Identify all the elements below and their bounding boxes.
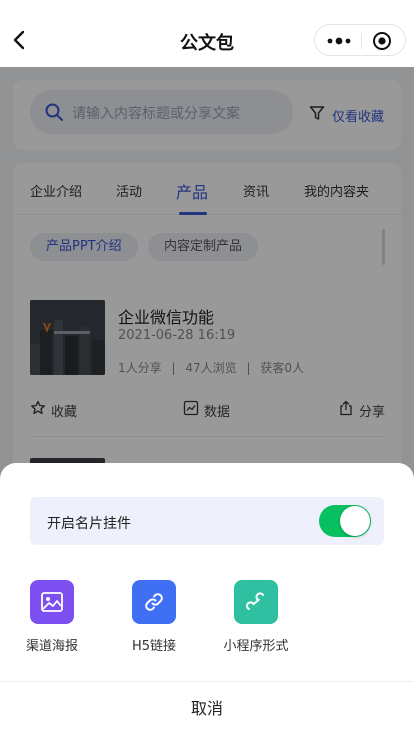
h5-link-option[interactable]: H5链接 (114, 580, 194, 660)
navigation-bar: 公文包 (0, 0, 414, 67)
channel-poster-tile (30, 580, 74, 624)
cancel-button[interactable]: 取消 (0, 682, 414, 736)
mini-program-label: 小程序形式 (223, 639, 289, 654)
share-action-sheet: 开启名片挂件 渠道海报 H5链接 小程序形式 取消 (0, 463, 414, 736)
h5-link-label: H5链接 (131, 639, 177, 654)
close-mini-program-icon[interactable] (372, 31, 392, 51)
channel-poster-option[interactable]: 渠道海报 (12, 580, 92, 660)
mini-program-option[interactable]: 小程序形式 (216, 580, 296, 660)
business-card-widget-label: 开启名片挂件 (47, 516, 131, 532)
channel-poster-label: 渠道海报 (25, 639, 78, 654)
business-card-widget-toggle[interactable] (319, 505, 371, 537)
mini-program-icon (246, 592, 264, 610)
link-icon (145, 593, 163, 611)
toggle-knob (340, 506, 370, 536)
mini-program-tile (234, 580, 278, 624)
h5-link-tile (132, 580, 176, 624)
more-icon[interactable] (325, 33, 353, 49)
mini-program-capsule (314, 24, 406, 56)
image-icon (41, 592, 63, 612)
capsule-divider (361, 33, 362, 49)
business-card-widget-row: 开启名片挂件 (30, 497, 384, 545)
